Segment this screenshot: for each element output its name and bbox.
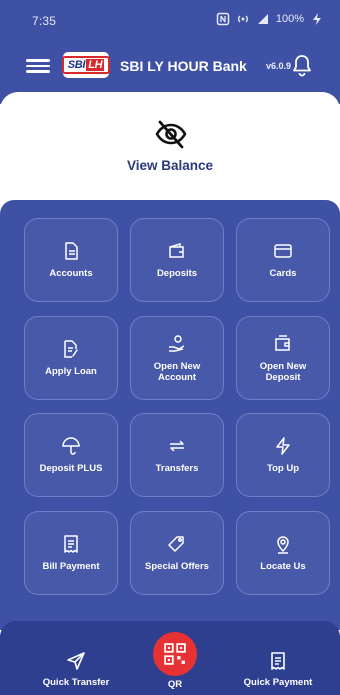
tile-top-up[interactable]: Top Up (236, 413, 330, 497)
tile-locate-us[interactable]: Locate Us (236, 511, 330, 595)
quick-transfer-button[interactable]: Quick Transfer (28, 621, 124, 695)
tile-label: Open New Account (153, 360, 201, 383)
tile-label: Special Offers (145, 561, 209, 572)
qr-button[interactable] (153, 632, 197, 676)
qr-label: QR (167, 679, 183, 690)
umbrella-icon (62, 437, 80, 455)
signal-icon (257, 14, 268, 24)
bank-logo: SBI LH (61, 52, 111, 78)
tile-cards[interactable]: Cards (236, 218, 330, 302)
coin-hand-icon (169, 334, 185, 352)
tile-label: Deposit PLUS (39, 463, 103, 474)
balance-card: View Balance (0, 92, 340, 212)
wallet-plus-icon (275, 334, 290, 351)
wallet-icon (169, 242, 184, 258)
tile-label: Bill Payment (42, 561, 100, 572)
tile-label: Open New Deposit (259, 360, 307, 383)
tag-icon (168, 536, 184, 552)
status-icons: 100% (216, 12, 324, 26)
hotspot-icon (237, 15, 248, 23)
bell-icon[interactable] (291, 53, 313, 77)
tile-transfers[interactable]: Transfers (130, 413, 224, 497)
battery-percentage: 100% (275, 13, 304, 25)
document-icon (65, 242, 78, 260)
document-edit-icon (64, 340, 78, 358)
tile-accounts[interactable]: Accounts (24, 218, 118, 302)
tile-label: Accounts (49, 268, 93, 279)
app-screen: 7:35 100% SBI LH SBI LY HOUR Bank v6.0.9 … (0, 0, 340, 695)
tile-open-new-deposit[interactable]: Open New Deposit (236, 316, 330, 400)
receipt-icon (64, 535, 78, 553)
nav-label: Quick Payment (243, 677, 313, 688)
status-bar: 7:35 100% (0, 0, 340, 38)
location-pin-icon (277, 536, 289, 554)
tile-open-new-account[interactable]: Open New Account (130, 316, 224, 400)
status-time: 7:35 (32, 14, 57, 28)
tile-label: Apply Loan (45, 366, 97, 377)
tile-label: Cards (269, 268, 297, 279)
quick-payment-button[interactable]: Quick Payment (230, 621, 326, 695)
qr-code-icon (164, 643, 186, 665)
send-icon (67, 652, 85, 670)
tile-label: Deposits (156, 268, 198, 279)
tile-special-offers[interactable]: Special Offers (130, 511, 224, 595)
card-icon (274, 244, 292, 258)
tile-label: Top Up (266, 463, 299, 474)
tile-bill-payment[interactable]: Bill Payment (24, 511, 118, 595)
bottom-navigation: Quick Transfer QR Quick Payment (0, 621, 340, 695)
transfer-arrows-icon (170, 440, 184, 452)
app-version: v6.0.9 (266, 61, 292, 71)
bank-name: SBI LY HOUR Bank (120, 58, 247, 74)
view-balance-button[interactable]: View Balance (0, 158, 340, 173)
receipt-icon (271, 652, 285, 670)
nav-label: Quick Transfer (42, 677, 110, 688)
lightning-icon (276, 437, 290, 455)
tile-label: Locate Us (260, 561, 306, 572)
tile-label: Transfers (155, 463, 199, 474)
eye-off-icon[interactable] (153, 116, 189, 152)
nfc-icon (216, 12, 230, 26)
tile-deposits[interactable]: Deposits (130, 218, 224, 302)
tile-apply-loan[interactable]: Apply Loan (24, 316, 118, 400)
tile-deposit-plus[interactable]: Deposit PLUS (24, 413, 118, 497)
charging-icon (313, 13, 321, 25)
app-bar: SBI LH SBI LY HOUR Bank v6.0.9 (0, 46, 340, 86)
hamburger-menu-icon[interactable] (26, 56, 50, 76)
